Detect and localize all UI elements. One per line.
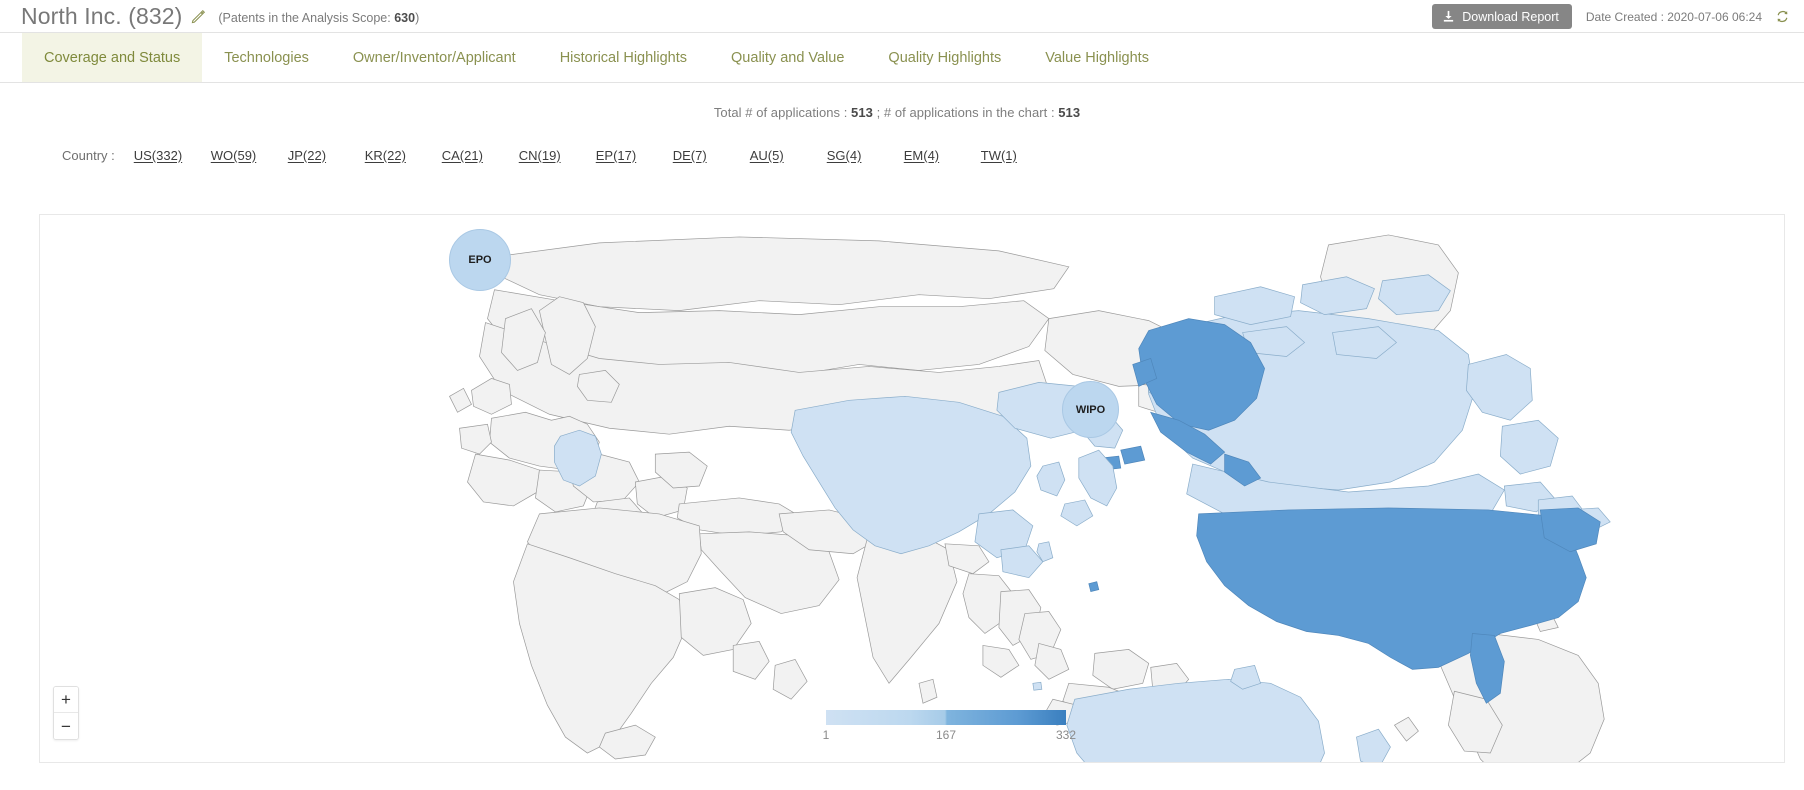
country-filter-row: Country : US(332) WO(59) JP(22) KR(22) C… xyxy=(0,145,1804,165)
chart-applications-value: 513 xyxy=(1058,105,1081,120)
date-created-text: Date Created : 2020-07-06 06:24 xyxy=(1585,9,1762,24)
chart-applications-label: # of applications in the chart : xyxy=(883,105,1055,120)
epo-bubble[interactable]: EPO xyxy=(449,229,511,291)
scope-prefix: (Patents in the Analysis Scope: xyxy=(218,11,391,25)
country-link-tw[interactable]: TW(1) xyxy=(981,148,1058,163)
wipo-bubble[interactable]: WIPO xyxy=(1062,381,1119,438)
country-link-us[interactable]: US(332) xyxy=(134,148,211,163)
total-applications-value: 513 xyxy=(851,105,873,120)
tab-value-highlights[interactable]: Value Highlights xyxy=(1023,33,1171,82)
country-link-ca[interactable]: CA(21) xyxy=(442,148,519,163)
map-zoom-controls: + − xyxy=(53,686,79,740)
legend-min-value: 1 xyxy=(822,728,830,742)
scope-suffix: ) xyxy=(415,11,420,25)
country-link-em[interactable]: EM(4) xyxy=(904,148,981,163)
epo-bubble-label: EPO xyxy=(468,254,492,266)
pencil-icon[interactable] xyxy=(191,9,206,24)
country-link-sg[interactable]: SG(4) xyxy=(827,148,904,163)
legend-mid-value: 167 xyxy=(935,728,957,742)
country-link-wo[interactable]: WO(59) xyxy=(211,148,288,163)
country-link-jp[interactable]: JP(22) xyxy=(288,148,365,163)
country-link-de[interactable]: DE(7) xyxy=(673,148,750,163)
legend-max-value: 332 xyxy=(1055,728,1077,742)
map-color-legend: 1 167 332 xyxy=(822,710,1076,744)
page-title: North Inc. (832) xyxy=(21,2,183,29)
analysis-scope-note: (Patents in the Analysis Scope: 630) xyxy=(218,7,419,25)
country-link-au[interactable]: AU(5) xyxy=(750,148,827,163)
zoom-in-button[interactable]: + xyxy=(54,687,78,713)
header-actions: Download Report Date Created : 2020-07-0… xyxy=(1432,0,1796,33)
legend-tick-labels: 1 167 332 xyxy=(822,728,1076,744)
app-header: North Inc. (832) (Patents in the Analysi… xyxy=(0,0,1804,33)
wipo-bubble-label: WIPO xyxy=(1075,403,1106,416)
country-link-kr[interactable]: KR(22) xyxy=(365,148,442,163)
legend-gradient-bar xyxy=(826,710,1066,725)
download-report-label: Download Report xyxy=(1462,9,1559,24)
world-map-panel[interactable]: .land { fill:#f2f2f2; stroke:#9a9a9a; st… xyxy=(39,214,1785,763)
country-link-ep[interactable]: EP(17) xyxy=(596,148,673,163)
tab-owner-inventor-applicant[interactable]: Owner/Inventor/Applicant xyxy=(331,33,538,82)
country-link-cn[interactable]: CN(19) xyxy=(519,148,596,163)
scope-value: 630 xyxy=(394,11,416,25)
tab-technologies[interactable]: Technologies xyxy=(202,33,331,82)
tab-quality-and-value[interactable]: Quality and Value xyxy=(709,33,866,82)
total-applications-label: Total # of applications : xyxy=(713,105,848,120)
country-filter-label: Country : xyxy=(62,147,115,163)
download-report-button[interactable]: Download Report xyxy=(1432,4,1572,29)
download-icon xyxy=(1442,10,1455,23)
summary-separator: ; xyxy=(876,105,881,120)
world-choropleth-map[interactable]: .land { fill:#f2f2f2; stroke:#9a9a9a; st… xyxy=(40,215,1784,762)
tab-quality-highlights[interactable]: Quality Highlights xyxy=(866,33,1023,82)
map-region-singapore xyxy=(1032,681,1043,691)
main-tab-bar: Coverage and Status Technologies Owner/I… xyxy=(0,33,1804,83)
refresh-icon[interactable] xyxy=(1775,9,1790,24)
tab-historical-highlights[interactable]: Historical Highlights xyxy=(538,33,709,82)
zoom-out-button[interactable]: − xyxy=(54,713,78,739)
applications-summary: Total # of applications : 513 ; # of app… xyxy=(0,83,1804,120)
tab-coverage-and-status[interactable]: Coverage and Status xyxy=(22,33,203,82)
